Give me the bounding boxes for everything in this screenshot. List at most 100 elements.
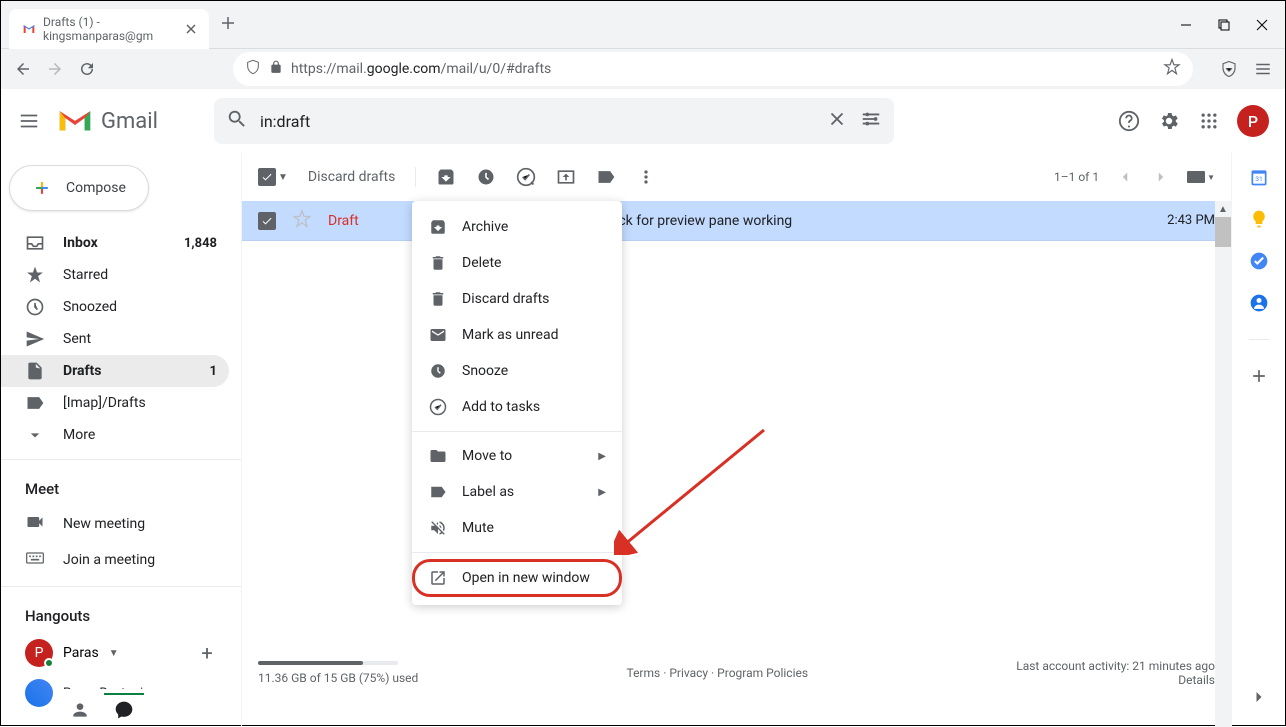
ctx-snooze[interactable]: Snooze [412, 353, 622, 389]
meet-section-title: Meet [1, 468, 241, 506]
sidebar-item-inbox[interactable]: Inbox 1,848 [1, 227, 229, 259]
prev-page-icon[interactable] [1115, 167, 1135, 187]
sidebar-item-drafts[interactable]: Drafts 1 [1, 355, 229, 387]
sidebar-item-sent[interactable]: Sent [1, 323, 229, 355]
meet-new-meeting[interactable]: New meeting [1, 506, 241, 542]
chevron-down-icon [25, 425, 45, 445]
ctx-add-tasks[interactable]: Add to tasks [412, 389, 622, 425]
input-tools-icon[interactable]: ▼ [1187, 171, 1215, 183]
sidebar-item-snoozed[interactable]: Snoozed [1, 291, 229, 323]
archive-icon[interactable] [436, 167, 456, 187]
status-online-icon [44, 658, 54, 668]
discard-drafts-button[interactable]: Discard drafts [308, 169, 395, 185]
snooze-toolbar-icon[interactable] [476, 167, 496, 187]
settings-icon[interactable] [1157, 109, 1181, 133]
window-controls [1179, 18, 1277, 32]
star-icon[interactable] [292, 209, 312, 233]
ctx-move-to[interactable]: Move to ▶ [412, 438, 622, 474]
email-time: 2:43 PM [1167, 213, 1215, 228]
footer: 11.36 GB of 15 GB (75%) used Terms · Pri… [256, 659, 1217, 687]
browser-tab-bar: Drafts (1) - kingsmanparas@gm [1, 1, 1285, 49]
email-row[interactable]: Draft a test email to check for preview … [242, 201, 1231, 241]
chevron-down-icon[interactable]: ▼ [278, 172, 288, 183]
gmail-logo[interactable]: Gmail [57, 107, 158, 135]
storage-progress [258, 661, 398, 665]
new-tab-icon[interactable] [221, 15, 235, 34]
footer-details-link[interactable]: Details [1178, 673, 1215, 687]
chevron-down-icon[interactable]: ▼ [109, 648, 119, 659]
keep-icon[interactable] [1249, 209, 1269, 229]
search-input[interactable] [260, 112, 814, 131]
pocket-icon[interactable] [1219, 59, 1239, 79]
main-menu-icon[interactable] [17, 109, 41, 133]
folder-icon [428, 446, 448, 466]
reload-icon[interactable] [77, 59, 97, 79]
ctx-discard-drafts[interactable]: Discard drafts [412, 281, 622, 317]
browser-menu-icon[interactable] [1253, 59, 1273, 79]
gmail-header: Gmail P [1, 89, 1285, 153]
tasks-icon[interactable] [1249, 251, 1269, 271]
footer-privacy-link[interactable]: Privacy [669, 666, 708, 680]
sidebar-item-starred[interactable]: Starred [1, 259, 229, 291]
search-icon[interactable] [226, 108, 248, 134]
next-page-icon[interactable] [1151, 167, 1171, 187]
close-window-icon[interactable] [1255, 18, 1269, 32]
hangouts-add-icon[interactable]: + [197, 643, 217, 663]
row-checkbox[interactable] [258, 212, 276, 230]
lock-icon[interactable] [269, 60, 283, 78]
label-toolbar-icon[interactable] [596, 167, 616, 187]
footer-activity: Last account activity: 21 minutes ago [1016, 659, 1215, 673]
drafts-icon [25, 361, 45, 381]
scrollbar[interactable]: ▲ [1215, 201, 1231, 727]
inbox-icon [25, 233, 45, 253]
footer-terms-link[interactable]: Terms [626, 666, 660, 680]
bottom-tab-contacts[interactable] [60, 693, 100, 725]
ctx-delete[interactable]: Delete [412, 245, 622, 281]
more-options-icon[interactable] [636, 167, 656, 187]
ctx-label-as[interactable]: Label as ▶ [412, 474, 622, 510]
chevron-right-icon: ▶ [598, 451, 606, 462]
url-input[interactable]: https://mail.google.com/mail/u/0/#drafts [233, 52, 1193, 86]
ctx-open-new-window[interactable]: Open in new window [412, 559, 622, 597]
search-box[interactable] [214, 98, 894, 144]
clock-icon [428, 361, 448, 381]
bottom-tab-hangouts[interactable] [104, 693, 144, 725]
support-icon[interactable] [1117, 109, 1141, 133]
account-avatar[interactable]: P [1237, 105, 1269, 137]
meet-join-meeting[interactable]: Join a meeting [1, 542, 241, 578]
bookmark-star-icon[interactable] [1163, 58, 1181, 80]
apps-icon[interactable] [1197, 109, 1221, 133]
gmail-favicon-icon [21, 21, 37, 37]
sent-icon [25, 329, 45, 349]
browser-tab[interactable]: Drafts (1) - kingsmanparas@gm [9, 9, 209, 49]
sidebar-item-more[interactable]: More [1, 419, 229, 451]
contacts-icon[interactable] [1249, 293, 1269, 313]
label-icon [25, 393, 45, 413]
minimize-icon[interactable] [1179, 18, 1193, 32]
scroll-up-icon[interactable]: ▲ [1215, 201, 1231, 217]
add-addon-icon[interactable] [1249, 366, 1269, 386]
calendar-icon[interactable]: 31 [1249, 167, 1269, 187]
maximize-icon[interactable] [1217, 18, 1231, 32]
clear-search-icon[interactable] [826, 108, 848, 134]
trash-icon [428, 253, 448, 273]
search-options-icon[interactable] [860, 108, 882, 134]
sidebar-item-imap-drafts[interactable]: [Imap]/Drafts [1, 387, 229, 419]
back-icon[interactable] [13, 59, 33, 79]
ctx-mute[interactable]: Mute [412, 510, 622, 546]
compose-button[interactable]: Compose [9, 165, 149, 211]
svg-text:31: 31 [1255, 175, 1262, 183]
ctx-mark-unread[interactable]: Mark as unread [412, 317, 622, 353]
shield-icon[interactable] [245, 59, 261, 79]
footer-policies-link[interactable]: Program Policies [717, 666, 808, 680]
add-task-icon[interactable] [516, 167, 536, 187]
trash-icon [428, 289, 448, 309]
ctx-archive[interactable]: Archive [412, 209, 622, 245]
hangouts-current-user[interactable]: P Paras ▼ + [1, 633, 241, 673]
email-toolbar: ▼ Discard drafts 1–1 of 1 ▼ [242, 153, 1231, 201]
scrollbar-thumb[interactable] [1215, 217, 1231, 247]
side-panel-collapse-icon[interactable] [1249, 687, 1269, 707]
move-to-icon[interactable] [556, 167, 576, 187]
select-checkbox[interactable]: ▼ [258, 168, 288, 186]
tab-close-icon[interactable] [184, 21, 197, 37]
